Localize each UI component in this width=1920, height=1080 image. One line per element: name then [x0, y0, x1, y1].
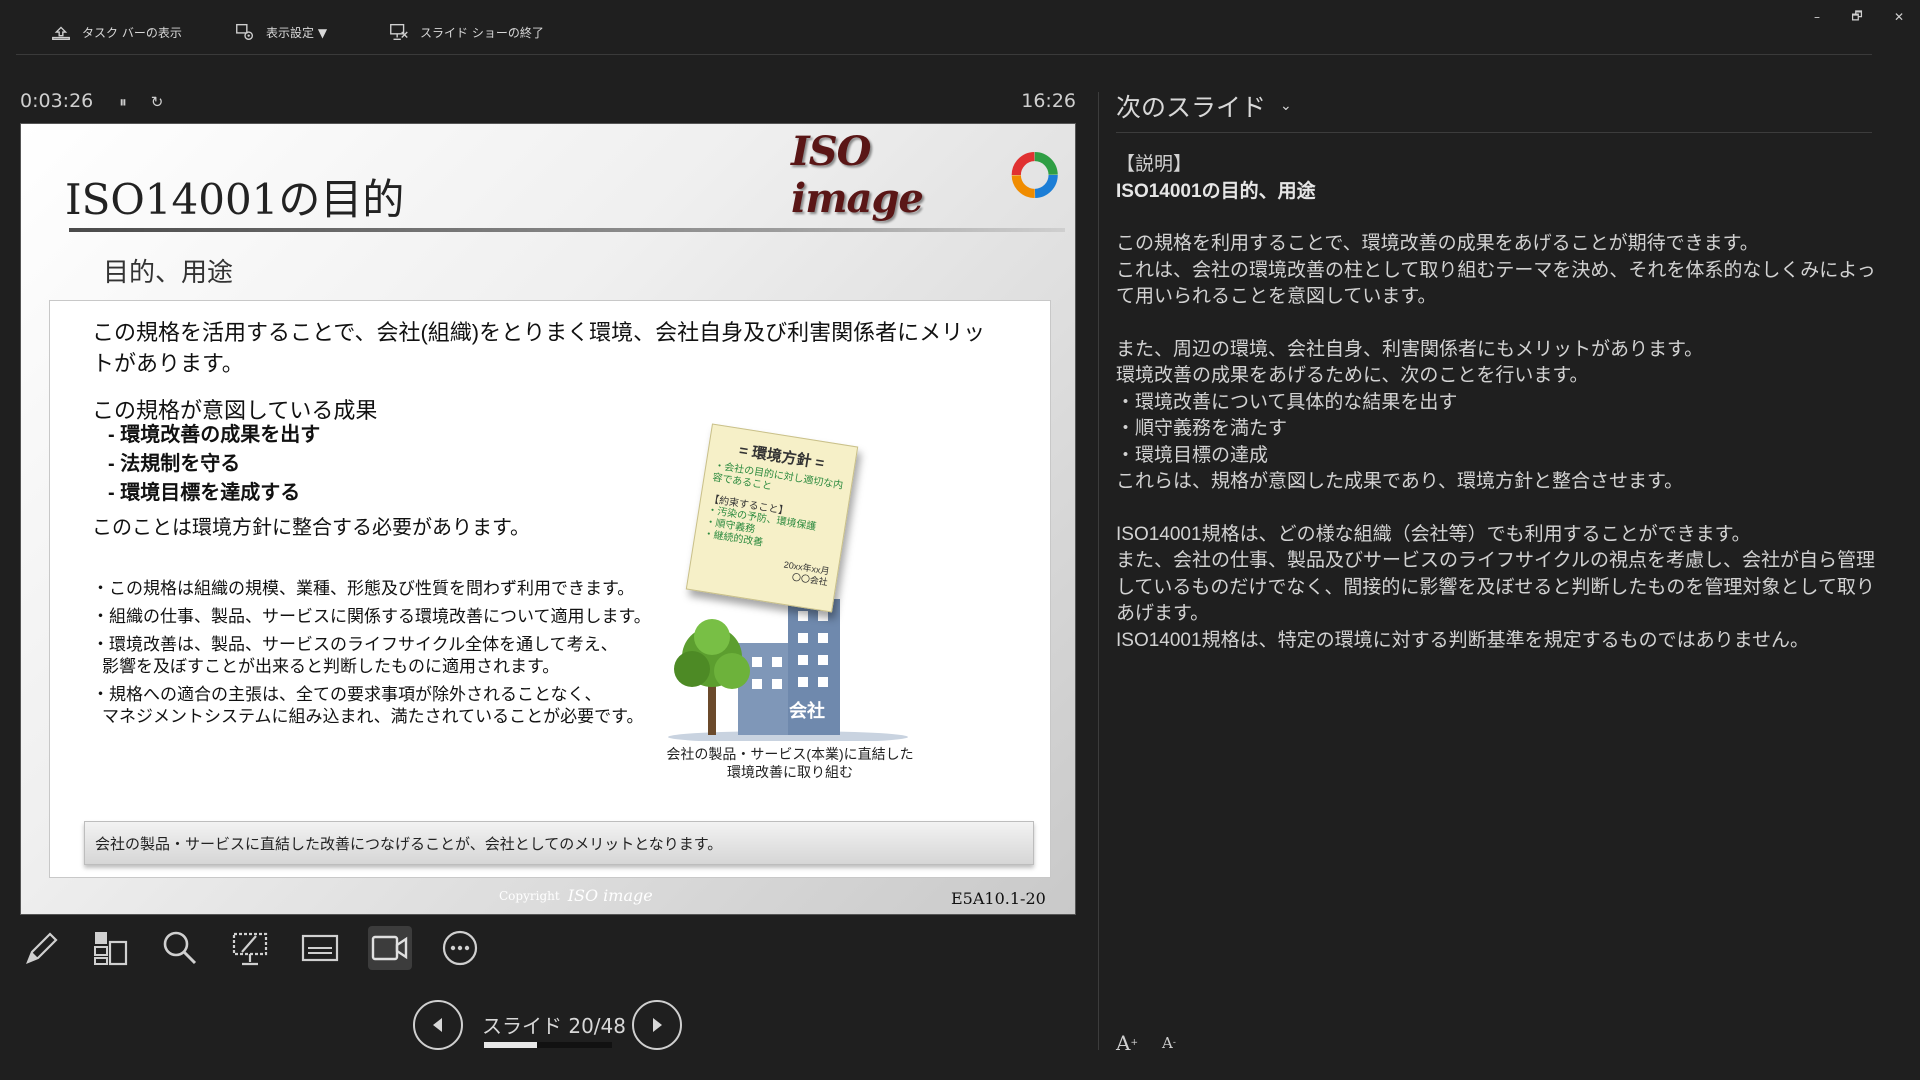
notes-line: また、周辺の環境、会社自身、利害関係者にもメリットがあります。 [1116, 338, 1704, 360]
outcome-item: - 法規制を守る [108, 453, 241, 475]
copyright-logo: ISO image [567, 886, 653, 905]
next-slide-button[interactable] [632, 1000, 682, 1050]
bullet-item: ・規格への適合の主張は、全ての要求事項が除外されることなく、 [92, 685, 602, 704]
pen-tool-button[interactable] [20, 926, 64, 970]
building-label: 会社 [789, 701, 825, 721]
subtitles-button[interactable] [298, 926, 342, 970]
more-options-button[interactable] [438, 926, 482, 970]
slide-progress-bar [484, 1042, 612, 1048]
toolbar-divider [16, 54, 1872, 55]
lead-paragraph: この規格を活用することで、会社(組織)をとりまく環境、会社自身及び利害関係者にメ… [92, 320, 986, 376]
slide-content-box: この規格を活用することで、会社(組織)をとりまく環境、会社自身及び利害関係者にメ… [49, 300, 1051, 878]
display-settings-button[interactable]: 表示設定 ▼ [234, 18, 327, 46]
merit-banner: 会社の製品・サービスに直結した改善につなげることが、会社としてのメリットとなりま… [84, 821, 1034, 865]
illustration-caption: 会社の製品・サービス(本業)に直結した環境改善に取り組む [666, 746, 914, 780]
subtitles-icon [301, 934, 339, 962]
taskbar-icon [52, 26, 70, 41]
restore-button[interactable]: 🗗 [1844, 6, 1870, 28]
close-button[interactable]: ✕ [1886, 6, 1912, 28]
slide-counter[interactable]: スライド 20/48 [482, 1010, 626, 1039]
notes-line: ・環境改善について具体的な結果を出す [1116, 391, 1458, 413]
camera-toggle-button[interactable] [368, 926, 412, 970]
previous-slide-button[interactable] [413, 1000, 463, 1050]
notes-blank-line [1116, 205, 1876, 231]
more-options-icon [442, 930, 478, 966]
outcome-item: - 環境改善の成果を出す [108, 424, 321, 446]
notes-line: ・順守義務を満たす [1116, 418, 1288, 439]
slide-title: ISO14001の目的 [65, 175, 405, 224]
see-all-slides-button[interactable] [88, 926, 132, 970]
title-rule [69, 228, 1065, 232]
notes-line: これは、会社の環境改善の柱として取り組むテーマを決め、それを体系的なしくみによっ… [1116, 259, 1876, 308]
next-slide-dropdown[interactable]: 次のスライド ⌄ [1116, 88, 1292, 124]
speaker-notes[interactable]: 【説明】 ISO14001の目的、用途この規格を利用することで、環境改善の成果をあ… [1116, 152, 1876, 654]
slide-copyright: Copyright ISO image [499, 886, 653, 905]
bullet-item: ・環境改善は、製品、サービスのライフサイクル全体を通して考え、 [92, 635, 618, 654]
panel-divider[interactable] [1098, 92, 1099, 1050]
end-slideshow-button[interactable]: スライド ショーの終了 [388, 18, 544, 46]
restart-timer-button[interactable]: ↻ [146, 90, 168, 114]
notes-blank-line [1116, 311, 1876, 337]
notes-line: 環境改善の成果をあげるために、次のことを行います。 [1116, 365, 1589, 386]
bullet-list: ・この規格は組織の規模、業種、形態及び性質を問わず利用できます。 ・組織の仕事、… [92, 578, 692, 734]
end-slideshow-icon [390, 23, 408, 41]
font-increase-icon: A [1116, 1031, 1131, 1055]
end-slideshow-label: スライド ショーの終了 [420, 25, 544, 40]
environmental-policy-note: = 環境方針 = ・会社の目的に対し適切な内容であること 【約束すること】 ・汚… [685, 423, 859, 613]
outcome-item: - 環境目標を達成する [108, 482, 301, 504]
notes-line: ISO14001規格は、特定の環境に対する判断基準を規定するものではありません。 [1116, 629, 1809, 651]
notes-blank-line [1116, 496, 1876, 522]
show-taskbar-button[interactable]: タスク バーの表示 [50, 18, 182, 46]
font-decrease-icon: A [1162, 1034, 1173, 1052]
presenter-screen-icon [232, 932, 268, 966]
pause-icon: ⏸ [119, 93, 127, 111]
bullet-item: 影響を及ぼすことが出来ると判断したものに適用されます。 [102, 657, 560, 676]
restore-icon: 🗗 [1851, 8, 1863, 23]
bullet-item: ・組織の仕事、製品、サービスに関係する環境改善について適用します。 [92, 607, 651, 626]
slide-progress-fill [484, 1042, 538, 1048]
notes-divider [1116, 132, 1872, 133]
current-time: 16:26 [1021, 90, 1076, 112]
close-icon: ✕ [1893, 10, 1905, 24]
current-slide[interactable]: ISO14001の目的 ISO image 目的、用途 この規格を活用することで… [20, 123, 1076, 915]
next-arrow-icon [653, 1018, 662, 1032]
notes-line: ・環境目標の達成 [1116, 444, 1269, 466]
pen-icon [26, 932, 58, 964]
previous-arrow-icon [433, 1018, 442, 1032]
elapsed-timer: 0:03:26 [20, 90, 94, 112]
notes-line: ISO14001の目的、用途 [1116, 180, 1316, 202]
increase-font-button[interactable]: A + [1114, 1030, 1140, 1056]
camera-icon [371, 935, 408, 961]
show-taskbar-label: タスク バーの表示 [82, 25, 182, 40]
notes-line: これらは、規格が意図した成果であり、環境方針と整合させます。 [1116, 471, 1684, 492]
chevron-down-icon: ⌄ [1280, 98, 1292, 114]
bullet-item: マネジメントシステムに組み込まれ、満たされていることが必要です。 [102, 707, 644, 726]
restart-icon: ↻ [150, 93, 164, 111]
slide-sorter-icon [94, 932, 128, 966]
notes-line: この規格を利用することで、環境改善の成果をあげることが期待できます。 [1116, 233, 1759, 254]
notes-line: 【説明】 [1116, 154, 1193, 175]
next-slide-label: 次のスライド [1116, 93, 1267, 122]
decrease-font-button[interactable]: A- [1156, 1030, 1182, 1056]
zoom-button[interactable] [158, 926, 202, 970]
pointer-options-button[interactable] [228, 926, 272, 970]
notes-line: また、会社の仕事、製品及びサービスのライフサイクルの視点を考慮し、会社が自ら管理… [1116, 550, 1876, 624]
outcomes-list: - 環境改善の成果を出す - 法規制を守る - 環境目標を達成する [108, 421, 320, 508]
notes-line: ISO14001規格は、どの様な組織（会社等）でも利用することができます。 [1116, 523, 1751, 545]
iso-image-logo: ISO image [791, 128, 1061, 222]
slide-subtitle: 目的、用途 [103, 258, 234, 288]
policy-line: このことは環境方針に整合する必要があります。 [92, 517, 530, 539]
magnifier-icon [163, 931, 197, 965]
bullet-item: ・この規格は組織の規模、業種、形態及び性質を問わず利用できます。 [92, 579, 635, 598]
minimize-button[interactable]: – [1804, 6, 1830, 28]
logo-ring-icon [1011, 151, 1058, 199]
company-illustration: 会社 [668, 591, 918, 741]
slide-id: E5A10.1-20 [951, 889, 1046, 908]
display-settings-label: 表示設定 ▼ [266, 25, 328, 40]
minimize-icon: – [1814, 10, 1820, 24]
display-settings-icon [236, 23, 254, 41]
pause-timer-button[interactable]: ⏸ [112, 90, 134, 114]
